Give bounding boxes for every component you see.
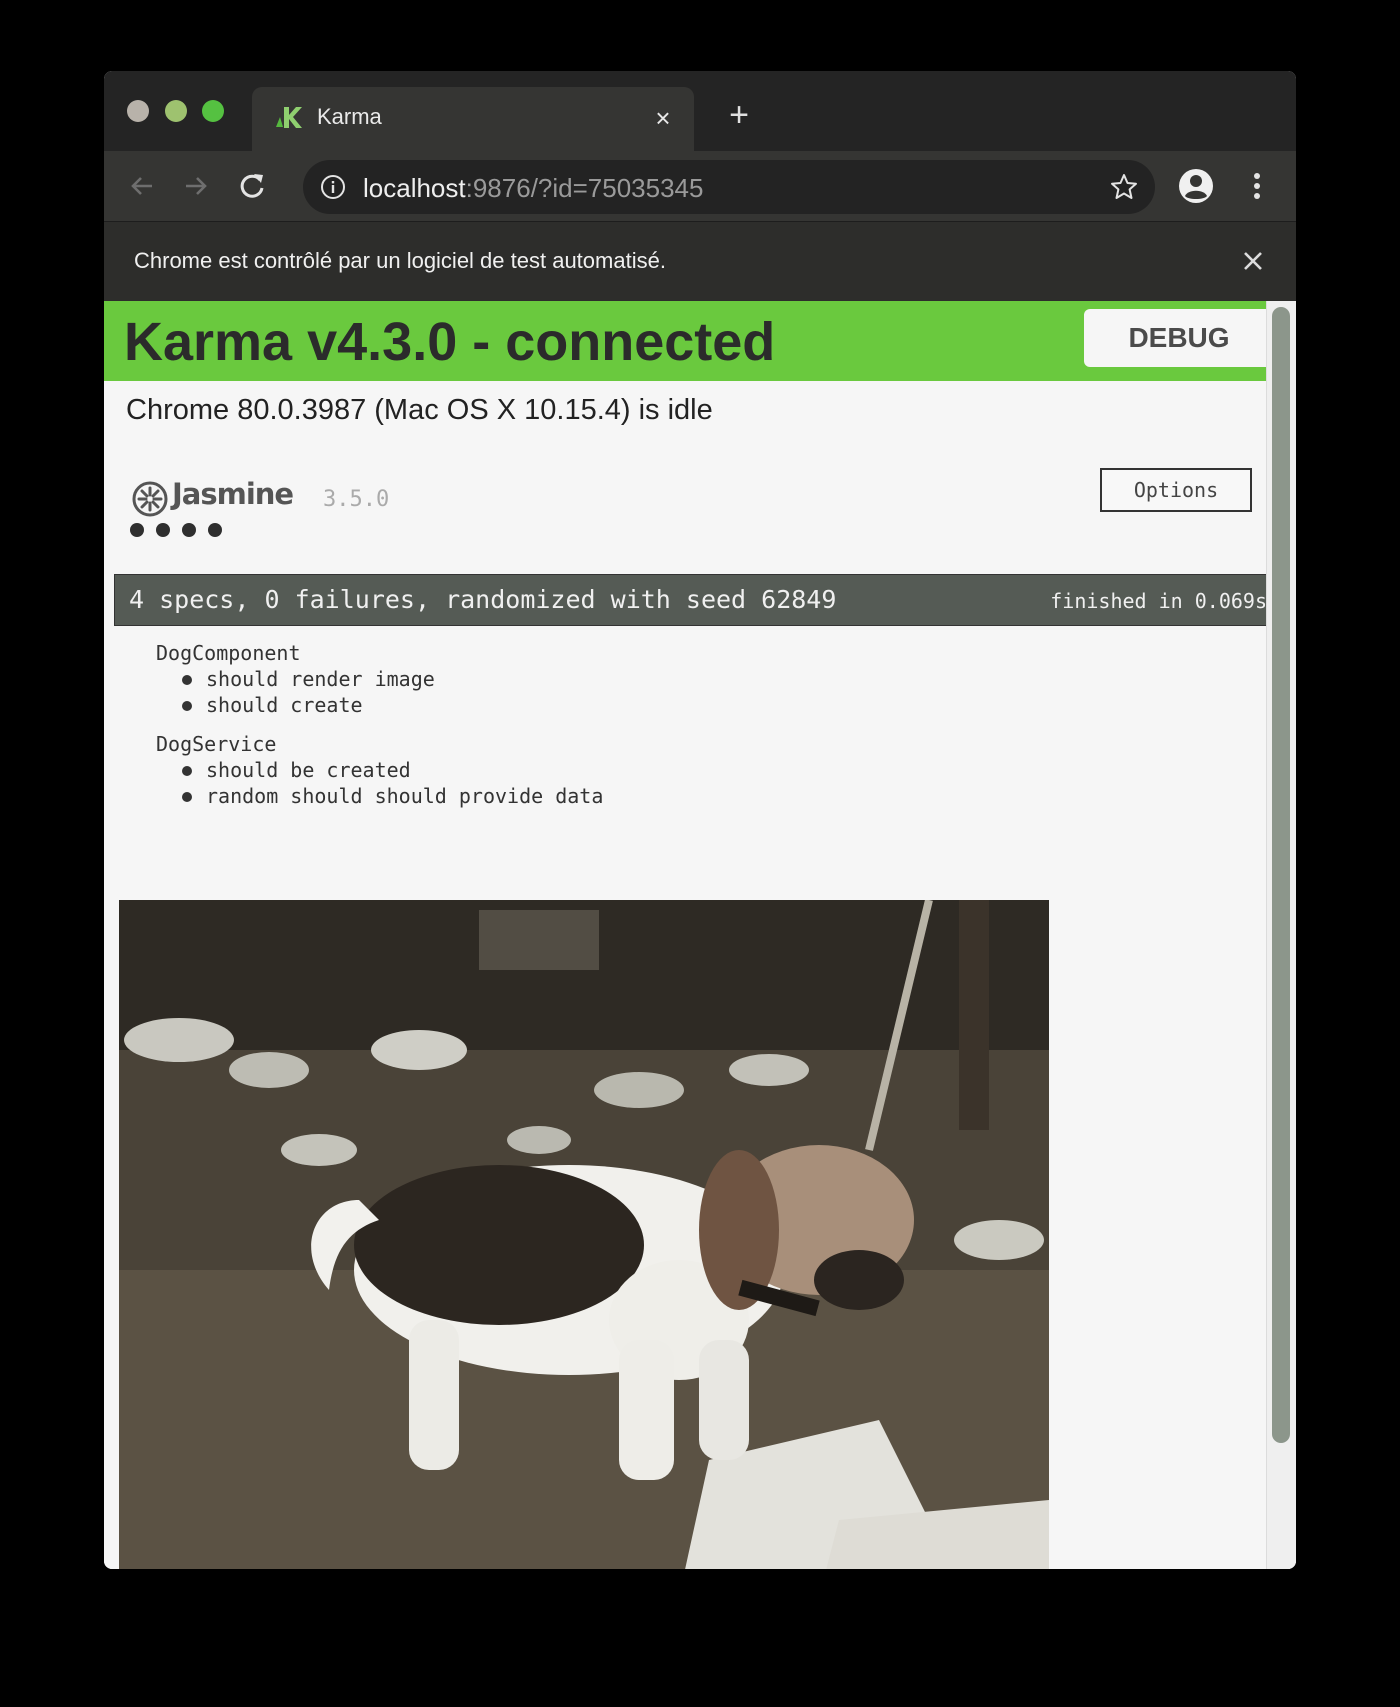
minimize-window-button[interactable]: [165, 100, 187, 122]
suite-dog-service: DogService should be created random shou…: [156, 731, 603, 809]
spec-passed-dot: [208, 523, 222, 537]
spec-item[interactable]: should create: [156, 692, 435, 718]
title-bar: Karma × +: [104, 71, 1296, 151]
tab-karma[interactable]: Karma ×: [252, 87, 694, 151]
spec-status-dots: [130, 523, 234, 543]
dog-image: [119, 900, 1049, 1569]
infobar-message: Chrome est contrôlé par un logiciel de t…: [134, 248, 666, 273]
test-summary-bar: 4 specs, 0 failures, randomized with see…: [114, 574, 1276, 626]
back-arrow-icon[interactable]: [124, 168, 160, 204]
info-icon[interactable]: [320, 174, 346, 200]
page-content: Karma v4.3.0 - connected DEBUG Chrome 80…: [104, 301, 1296, 1569]
jasmine-version: 3.5.0: [323, 487, 390, 512]
suite-dog-component: DogComponent should render image should …: [156, 640, 435, 718]
spec-item[interactable]: should be created: [156, 757, 603, 783]
close-window-button[interactable]: [127, 100, 149, 122]
jasmine-flower-icon: [132, 481, 168, 517]
karma-title: Karma v4.3.0 - connected: [124, 312, 776, 372]
tab-title: Karma: [317, 104, 382, 129]
summary-duration: finished in 0.069s: [1050, 589, 1267, 613]
spec-item[interactable]: random should should provide data: [156, 783, 603, 809]
star-icon[interactable]: [1109, 172, 1139, 202]
url-text[interactable]: localhost:9876/?id=75035345: [363, 173, 703, 204]
browser-toolbar: localhost:9876/?id=75035345: [104, 151, 1296, 221]
browser-window: Karma × + localhost:9876/?id=75035345 Ch…: [104, 71, 1296, 1569]
scrollbar-thumb[interactable]: [1272, 307, 1290, 1443]
reload-icon[interactable]: [234, 168, 270, 204]
suite-name[interactable]: DogComponent: [156, 640, 435, 666]
forward-arrow-icon[interactable]: [178, 168, 214, 204]
spec-passed-dot: [156, 523, 170, 537]
summary-text: 4 specs, 0 failures, randomized with see…: [129, 585, 837, 614]
debug-button[interactable]: DEBUG: [1084, 309, 1274, 367]
new-tab-button[interactable]: +: [721, 98, 757, 134]
url-path: :9876/?id=75035345: [465, 173, 704, 203]
jasmine-logo[interactable]: Jasmine: [132, 477, 302, 519]
jasmine-logo-text: Jasmine: [172, 477, 294, 511]
address-bar[interactable]: localhost:9876/?id=75035345: [303, 160, 1155, 214]
account-circle-icon[interactable]: [1177, 167, 1215, 205]
url-host: localhost: [363, 173, 466, 203]
spec-passed-dot: [182, 523, 196, 537]
suite-name[interactable]: DogService: [156, 731, 603, 757]
options-button[interactable]: Options: [1100, 468, 1252, 512]
maximize-window-button[interactable]: [202, 100, 224, 122]
karma-favicon-icon: [276, 107, 302, 128]
spec-passed-dot: [130, 523, 144, 537]
automation-infobar: Chrome est contrôlé par un logiciel de t…: [104, 221, 1296, 302]
spec-item[interactable]: should render image: [156, 666, 435, 692]
close-icon[interactable]: [1240, 248, 1266, 274]
more-vert-icon[interactable]: [1247, 167, 1267, 205]
tab-close-button[interactable]: ×: [646, 101, 680, 135]
browser-status: Chrome 80.0.3987 (Mac OS X 10.15.4) is i…: [126, 394, 713, 426]
